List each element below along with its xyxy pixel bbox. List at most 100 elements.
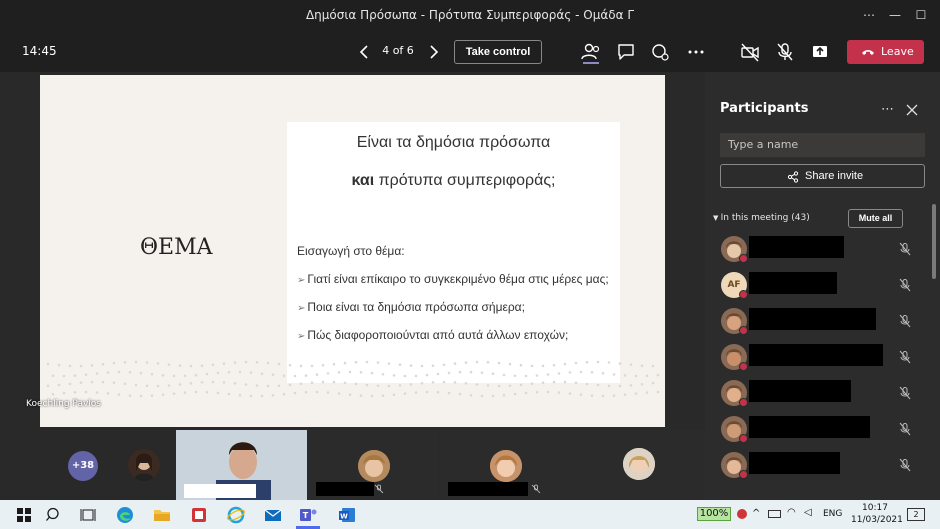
more-options-icon[interactable]: ⋯ [858,5,880,25]
panel-more-icon[interactable]: ⋯ [881,102,894,117]
mic-toggle-button[interactable] [773,40,797,64]
teams-button[interactable]: T [298,505,318,525]
task-view-icon [80,509,96,521]
chat-button[interactable] [614,40,638,64]
more-icon [688,50,704,54]
slide-intro: Εισαγωγή στο θέμα: [297,244,405,258]
video-tile[interactable] [308,430,439,500]
mic-off-icon[interactable] [898,385,912,400]
next-slide-button[interactable] [421,40,445,64]
windows-start-button[interactable] [14,505,34,525]
red-app-icon [192,508,206,522]
reaction-icon [652,44,669,61]
word-icon: W [339,508,355,522]
camera-toggle-button[interactable] [738,40,762,64]
presenter-name-label: Koechling Pavlos [26,399,101,409]
redacted-name [316,482,374,496]
mic-off-icon [531,484,541,494]
avatar [623,448,655,480]
video-tile[interactable] [176,430,307,500]
video-tile[interactable] [440,430,571,500]
window-title: Δημόσια Πρόσωπα - Πρότυπα Συμπεριφοράς -… [305,8,635,22]
browser-button[interactable] [226,505,246,525]
more-actions-button[interactable] [684,40,708,64]
participants-toggle-button[interactable] [579,40,603,64]
avatar [128,449,160,481]
mic-off-icon[interactable] [898,457,912,472]
slide-bullet: ➢ Ποια είναι τα δημόσια πρόσωπα σήμερα; [297,300,525,314]
video-tile[interactable] [572,430,705,500]
take-control-button[interactable]: Take control [454,40,542,64]
more-participants-badge[interactable]: +38 [68,451,98,481]
leave-button[interactable]: Leave [847,40,924,64]
word-button[interactable]: W [337,505,357,525]
mic-off-icon[interactable] [898,241,912,256]
redacted-participant-name [749,380,851,402]
antivirus-tray-icon[interactable] [737,509,747,519]
speaker-icon[interactable]: ◁ [804,507,812,518]
svg-text:W: W [340,513,348,521]
title-bar: Δημόσια Πρόσωπα - Πρότυπα Συμπεριφοράς -… [0,0,940,32]
clock-time[interactable]: 10:17 [862,503,888,513]
mic-off-icon[interactable] [898,313,912,328]
windows-logo-icon [17,508,31,522]
participant-row[interactable]: AF [705,268,930,302]
task-view-button[interactable] [78,505,98,525]
wifi-icon[interactable]: ◠ [787,507,796,518]
mic-off-icon [777,43,793,61]
ie-icon [227,506,245,524]
app-button[interactable] [189,505,209,525]
share-screen-icon [813,46,827,57]
clock-date[interactable]: 11/03/2021 [851,515,903,525]
battery-tray-icon[interactable] [768,510,781,518]
in-meeting-label: In this meeting (43) [720,213,810,223]
mic-off-icon[interactable] [898,277,912,292]
mic-off-icon[interactable] [898,421,912,436]
folder-icon [154,510,170,521]
participants-panel: Participants ⋯ Share invite ▼ In this me… [705,72,940,500]
search-icon [46,507,59,521]
prev-slide-button[interactable] [353,40,377,64]
leave-label: Leave [881,45,914,58]
shared-slide[interactable]: ΘΕΜΑ Είναι τα δημόσια πρόσωπα και πρότυπ… [40,75,665,427]
participant-row[interactable] [705,232,930,266]
presence-status-icon [739,470,748,479]
presence-status-icon [739,362,748,371]
redacted-participant-name [749,452,840,474]
mail-icon [264,509,282,521]
reactions-button[interactable] [648,40,672,64]
participant-row[interactable] [705,448,930,482]
redacted-participant-name [749,308,876,330]
mic-off-icon[interactable] [898,349,912,364]
participant-row[interactable] [705,412,930,446]
participant-row[interactable] [705,340,930,374]
presence-status-icon [739,398,748,407]
chat-icon [618,44,634,60]
participant-row[interactable] [705,304,930,338]
mail-button[interactable] [263,505,283,525]
chevron-left-icon [359,45,368,59]
search-button[interactable] [44,505,64,525]
share-content-button[interactable] [808,40,832,64]
mute-all-button[interactable]: Mute all [848,209,903,228]
participant-list-scrollbar[interactable] [932,204,936,279]
battery-indicator[interactable]: 100% [697,507,731,521]
file-explorer-button[interactable] [152,505,172,525]
panel-close-button[interactable] [905,102,919,116]
slide-bullet: ➢ Πώς διαφοροποιούνται από αυτά άλλων επο… [297,328,568,342]
participant-search-input[interactable] [720,133,925,157]
in-meeting-section-header[interactable]: ▼ In this meeting (43) [713,213,810,223]
language-indicator[interactable]: ENG [823,509,842,519]
redacted-name [184,484,256,498]
close-icon [906,104,918,116]
edge-app-button[interactable] [115,505,135,525]
slide-bullet-text: Γιατί είναι επίκαιρο το συγκεκριμένο θέμ… [307,272,609,286]
chevron-up-icon[interactable]: ^ [752,508,760,519]
notification-center-button[interactable]: 2 [907,508,925,521]
share-invite-button[interactable]: Share invite [720,164,925,188]
participant-row[interactable] [705,376,930,410]
slide-heading-line2: και πρότυπα συμπεριφοράς; [287,172,620,190]
slide-heading-bold: και [351,172,375,189]
video-tile[interactable] [110,430,176,500]
maximize-button[interactable]: ☐ [910,5,932,25]
